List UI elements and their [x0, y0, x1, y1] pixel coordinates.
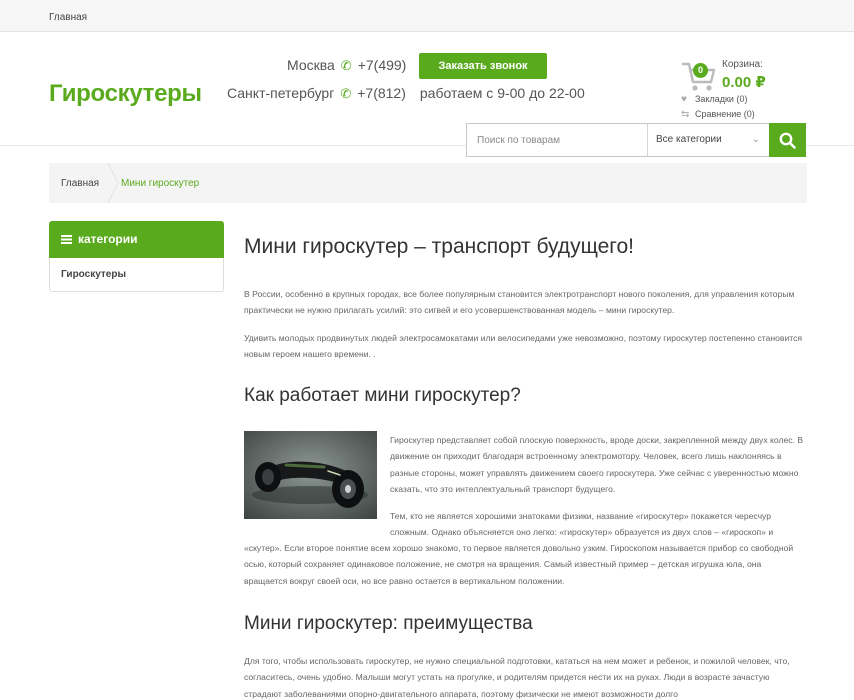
list-icon — [61, 235, 72, 244]
callback-button[interactable]: Заказать звонок — [419, 53, 547, 79]
compare-arrows-icon: ⇆ — [681, 109, 690, 120]
search-button[interactable] — [769, 123, 806, 157]
breadcrumb-home[interactable]: Главная — [61, 178, 99, 189]
city-name: Москва — [287, 57, 335, 73]
compare-link[interactable]: ⇆ Сравнение (0) — [681, 109, 755, 120]
breadcrumb: Главная Мини гироскутер — [49, 163, 807, 203]
page-title: Мини гироскутер – транспорт будущего! — [244, 235, 634, 258]
paragraph: Для того, чтобы использовать гироскутер,… — [244, 656, 790, 699]
contact-row-moscow: Москва ✆ +7(499) — [287, 57, 406, 74]
category-select-value: Все категории — [656, 134, 722, 145]
category-select[interactable]: Все категории ⌄ — [647, 124, 770, 156]
sidebar-list: Гироскутеры — [49, 258, 224, 292]
topbar-home-link[interactable]: Главная — [49, 12, 87, 23]
cart-sum[interactable]: 0.00 ₽ — [722, 73, 766, 91]
section-heading: Мини гироскутер: преимущества — [244, 613, 533, 634]
paragraph: Тем, кто не является хорошими знатоками … — [390, 511, 774, 538]
cart-label: Корзина: — [722, 59, 763, 70]
bookmarks-label: Закладки (0) — [695, 94, 748, 104]
sidebar-header: категории — [49, 221, 224, 258]
section-heading: Как работает мини гироскутер? — [244, 385, 521, 406]
chevron-down-icon: ⌄ — [751, 134, 760, 145]
contact-row-spb: Санкт-петербург ✆ +7(812) работаем с 9-00 д… — [227, 85, 585, 102]
top-bar: Главная — [0, 0, 854, 32]
paragraph: Гироскутер представляет собой плоскую по… — [390, 435, 804, 494]
breadcrumb-current: Мини гироскутер — [121, 178, 200, 189]
search-bar: Все категории ⌄ — [466, 123, 806, 157]
working-hours: работаем с 9-00 до 22-00 — [419, 85, 585, 101]
paragraph: Удивить молодых продвинутых людей электр… — [244, 333, 803, 360]
heart-icon: ♥ — [681, 94, 687, 105]
search-icon — [779, 132, 796, 149]
sidebar-title: категории — [78, 232, 138, 246]
paragraph: «скутер». Если второе понятие всем хорош… — [244, 543, 794, 586]
cart-count-badge: 0 — [693, 63, 708, 78]
breadcrumb-separator — [107, 163, 119, 203]
search-input[interactable] — [467, 124, 647, 156]
phone-icon: ✆ — [340, 58, 352, 73]
compare-label: Сравнение (0) — [695, 109, 755, 119]
site-logo[interactable]: Гироскутеры — [49, 80, 202, 108]
sidebar-item-gyroscooters[interactable]: Гироскутеры — [61, 269, 126, 280]
phone-number[interactable]: +7(812) — [357, 85, 406, 101]
phone-icon: ✆ — [340, 86, 352, 101]
gyroscooter-photo — [244, 431, 377, 519]
bookmarks-link[interactable]: ♥ Закладки (0) — [681, 94, 747, 105]
phone-number[interactable]: +7(499) — [358, 57, 407, 73]
paragraph: В России, особенно в крупных городах, вс… — [244, 289, 795, 316]
city-name: Санкт-петербург — [227, 85, 335, 101]
